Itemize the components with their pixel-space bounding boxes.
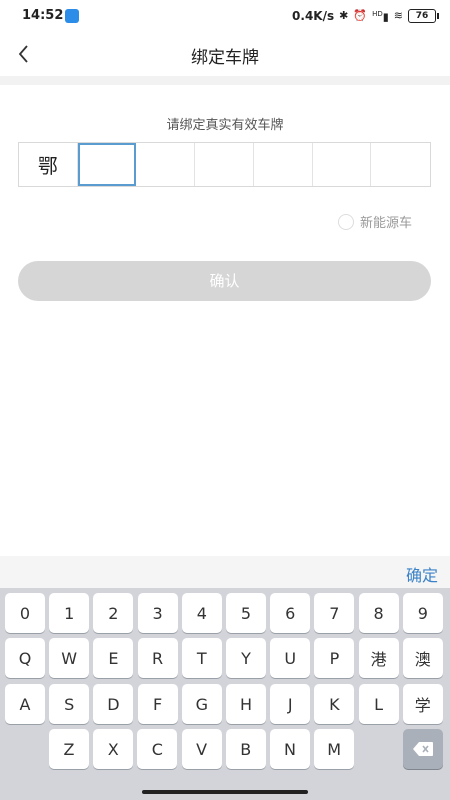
title-bar: 绑定车牌	[0, 32, 450, 76]
key-B[interactable]: B	[225, 729, 266, 769]
key-W[interactable]: W	[49, 638, 90, 678]
key-H[interactable]: H	[226, 684, 266, 724]
app-notification-icon	[65, 9, 79, 23]
backspace-key[interactable]	[403, 729, 443, 769]
key-4[interactable]: 4	[181, 593, 222, 633]
key-7[interactable]: 7	[314, 593, 355, 633]
plate-char-1[interactable]	[77, 143, 137, 186]
new-energy-toggle[interactable]: 新能源车	[337, 212, 412, 231]
key-L[interactable]: L	[358, 684, 399, 724]
key-E[interactable]: E	[93, 638, 134, 678]
key-J[interactable]: J	[270, 684, 311, 724]
network-speed: 0.4K/s	[292, 8, 335, 23]
key-2[interactable]: 2	[93, 593, 134, 633]
key-8[interactable]: 8	[358, 593, 399, 633]
plate-char-6[interactable]	[371, 143, 430, 186]
key-港[interactable]: 港	[358, 638, 399, 678]
key-5[interactable]: 5	[226, 593, 266, 633]
key-Y[interactable]: Y	[226, 638, 266, 678]
new-energy-label: 新能源车	[359, 216, 412, 231]
plate-char-4[interactable]	[254, 143, 313, 186]
key-3[interactable]: 3	[137, 593, 178, 633]
wifi-icon: ≋	[393, 8, 403, 22]
key-D[interactable]: D	[93, 684, 134, 724]
confirm-button[interactable]: 确认	[18, 261, 431, 301]
page-title: 绑定车牌	[191, 48, 259, 68]
header-divider	[0, 76, 450, 85]
key-T[interactable]: T	[181, 638, 222, 678]
alarm-icon: ⏰	[353, 8, 368, 22]
plate-keyboard: 0123456789 QWERTYUP港澳 ASDFGHJKL学 ZXCVBNM	[0, 588, 450, 800]
key-1[interactable]: 1	[49, 593, 90, 633]
key-澳[interactable]: 澳	[402, 638, 443, 678]
key-R[interactable]: R	[137, 638, 178, 678]
key-U[interactable]: U	[270, 638, 311, 678]
status-icons: 0.4K/s ✱ ⏰ HD▮ ≋ 76	[292, 7, 439, 25]
key-6[interactable]: 6	[270, 593, 311, 633]
key-N[interactable]: N	[270, 729, 310, 769]
hd-badge: HD	[372, 10, 383, 18]
keyboard-done-button[interactable]: 确定	[406, 562, 438, 586]
key-C[interactable]: C	[137, 729, 178, 769]
plate-input-row: 鄂	[18, 142, 431, 187]
province-selector[interactable]: 鄂	[19, 143, 78, 186]
key-Q[interactable]: Q	[5, 638, 45, 678]
key-V[interactable]: V	[181, 729, 222, 769]
key-F[interactable]: F	[137, 684, 178, 724]
key-0[interactable]: 0	[5, 593, 45, 633]
signal-icon: HD▮	[372, 10, 389, 24]
key-M[interactable]: M	[314, 729, 355, 769]
key-P[interactable]: P	[314, 638, 355, 678]
new-energy-radio[interactable]	[337, 213, 354, 230]
key-A[interactable]: A	[5, 684, 45, 724]
status-bar: 14:52 0.4K/s ✱ ⏰ HD▮ ≋ 76	[0, 0, 450, 32]
plate-char-5[interactable]	[313, 143, 372, 186]
home-indicator	[142, 790, 308, 794]
plate-prompt: 请绑定真实有效车牌	[166, 118, 284, 133]
plate-char-2[interactable]	[136, 143, 196, 186]
plate-char-3[interactable]	[195, 143, 254, 186]
key-X[interactable]: X	[93, 729, 134, 769]
key-Z[interactable]: Z	[49, 729, 89, 769]
status-time: 14:52	[22, 8, 64, 23]
key-学[interactable]: 学	[402, 684, 443, 724]
backspace-icon	[413, 742, 433, 756]
battery-icon: 76	[408, 8, 439, 23]
bluetooth-icon: ✱	[339, 8, 349, 22]
key-9[interactable]: 9	[402, 593, 443, 633]
key-S[interactable]: S	[49, 684, 90, 724]
keyboard-toolbar: 确定	[0, 556, 450, 588]
key-G[interactable]: G	[181, 684, 222, 724]
key-K[interactable]: K	[314, 684, 355, 724]
